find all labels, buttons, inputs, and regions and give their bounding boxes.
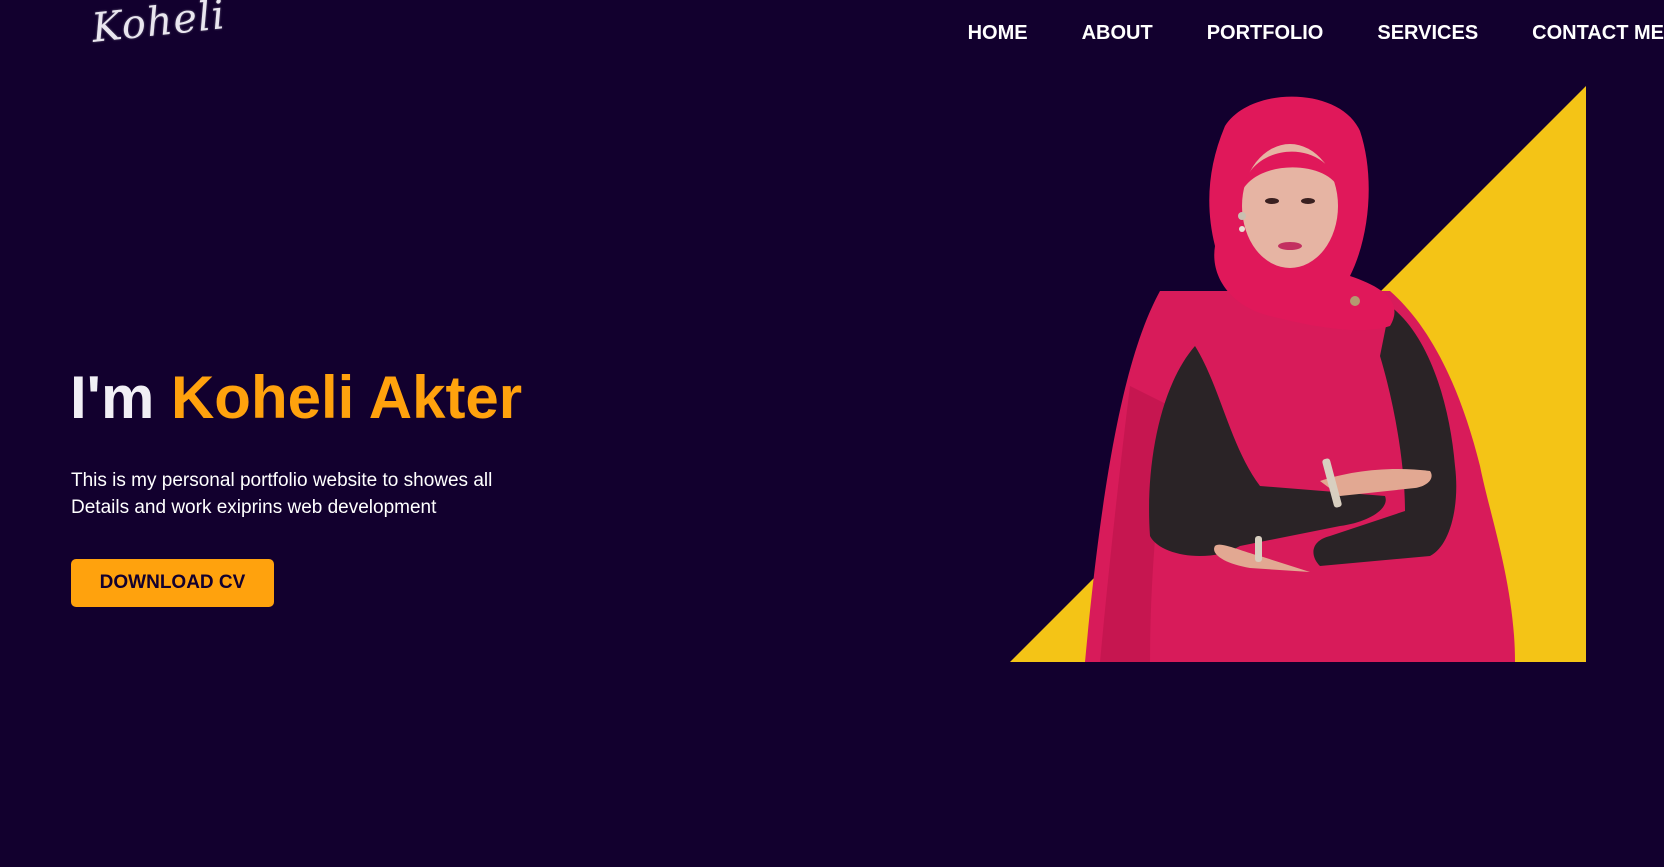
nav-link-portfolio[interactable]: PORTFOLIO	[1207, 22, 1324, 45]
nav-link-contact[interactable]: CONTACT ME	[1532, 22, 1664, 45]
site-logo[interactable]: Koheli	[90, 0, 228, 52]
hero-title: I'm Koheli Akter	[70, 368, 522, 428]
nav-link-about[interactable]: ABOUT	[1082, 22, 1153, 45]
hero-description-line-2: Details and work exiprins web developmen…	[71, 497, 437, 518]
nav-link-home[interactable]: HOME	[968, 22, 1028, 45]
portrait-photo-icon	[1010, 86, 1586, 662]
main-nav: HOME ABOUT PORTFOLIO SERVICES CONTACT ME	[968, 20, 1664, 46]
hero-image	[1010, 86, 1586, 662]
hero-greeting: I'm	[70, 364, 171, 431]
portfolio-page: Koheli HOME ABOUT PORTFOLIO SERVICES CON…	[0, 0, 1664, 867]
download-cv-button[interactable]: DOWNLOAD CV	[71, 559, 274, 607]
nav-link-services[interactable]: SERVICES	[1377, 22, 1478, 45]
hero-description: This is my personal portfolio website to…	[71, 467, 551, 521]
hero-name: Koheli Akter	[170, 364, 523, 431]
hero-description-line-1: This is my personal portfolio website to…	[71, 470, 493, 491]
